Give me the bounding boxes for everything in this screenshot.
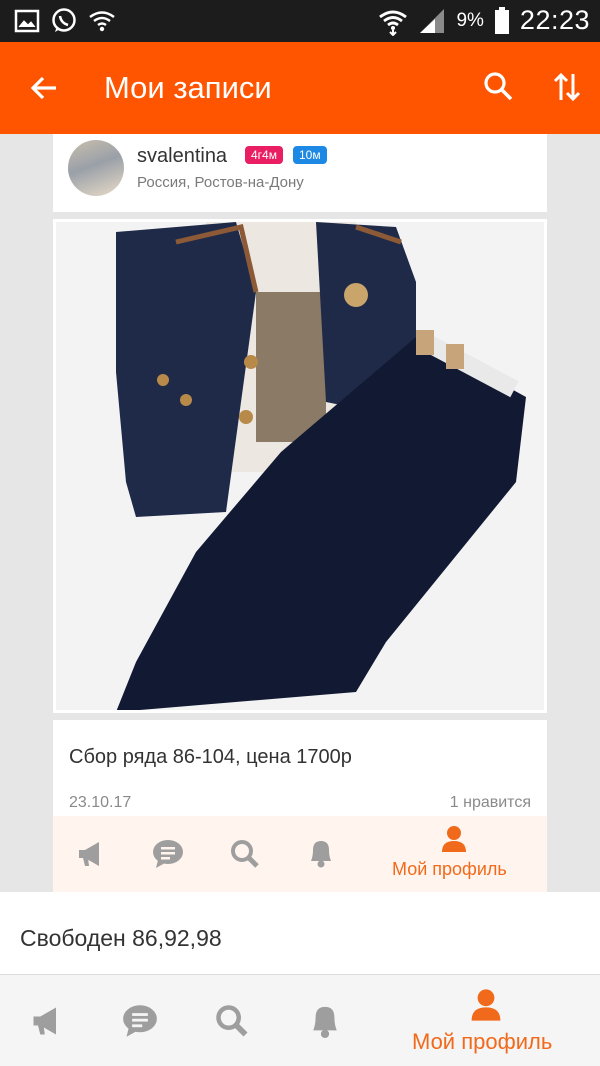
chat-icon[interactable] bbox=[120, 1003, 160, 1039]
age-badge: 4г4м bbox=[245, 146, 283, 164]
inner-tab-bar: Мой профиль bbox=[53, 816, 547, 892]
status-strip: Свободен 86,92,98 bbox=[0, 892, 600, 974]
megaphone-icon[interactable] bbox=[75, 838, 107, 870]
battery-percent: 9% bbox=[456, 9, 484, 31]
username[interactable]: svalentina bbox=[137, 145, 227, 168]
wifi-icon bbox=[378, 6, 408, 36]
bell-icon[interactable] bbox=[306, 1001, 344, 1041]
location: Россия, Ростов-на-Дону bbox=[137, 174, 304, 191]
clock: 22:23 bbox=[519, 5, 590, 35]
signal-icon bbox=[418, 7, 446, 35]
app-bar: Мои записи bbox=[0, 42, 600, 134]
gallery-icon bbox=[14, 8, 40, 34]
bottom-tab-bar: Мой профиль bbox=[0, 974, 600, 1066]
post-date: 23.10.17 bbox=[69, 794, 132, 811]
chat-icon[interactable] bbox=[151, 838, 185, 870]
post-photo[interactable] bbox=[53, 219, 547, 713]
profile-icon[interactable] bbox=[468, 987, 504, 1023]
profile-icon[interactable] bbox=[439, 824, 469, 854]
nav-label-profile[interactable]: Мой профиль bbox=[412, 1029, 552, 1055]
photo-image[interactable] bbox=[56, 222, 544, 710]
age-badge: 10м bbox=[293, 146, 327, 164]
bell-icon[interactable] bbox=[305, 836, 337, 870]
whatsapp-icon bbox=[50, 7, 78, 35]
post-body: Сбор ряда 86-104, цена 1700р 23.10.17 1 … bbox=[53, 720, 547, 892]
status-bar: 9% 22:23 bbox=[0, 0, 600, 42]
search-icon[interactable] bbox=[214, 1003, 250, 1039]
feed[interactable]: svalentina 4г4м 10м Россия, Ростов-на-До… bbox=[0, 134, 600, 892]
sort-icon[interactable] bbox=[552, 70, 582, 104]
nav-label-profile[interactable]: Мой профиль bbox=[392, 859, 507, 880]
avatar[interactable] bbox=[68, 140, 124, 196]
search-icon[interactable] bbox=[482, 70, 516, 104]
page-title: Мои записи bbox=[104, 70, 272, 105]
likes-count[interactable]: 1 нравится bbox=[450, 794, 531, 812]
megaphone-icon[interactable] bbox=[28, 1003, 66, 1039]
battery-icon bbox=[494, 6, 510, 35]
post-caption: Сбор ряда 86-104, цена 1700р bbox=[69, 746, 352, 768]
back-arrow-icon[interactable] bbox=[28, 72, 60, 104]
search-icon[interactable] bbox=[229, 838, 261, 870]
status-text: Свободен 86,92,98 bbox=[20, 925, 222, 951]
post-header: svalentina 4г4м 10м Россия, Ростов-на-До… bbox=[53, 134, 547, 212]
wifi-question-icon bbox=[88, 8, 116, 34]
